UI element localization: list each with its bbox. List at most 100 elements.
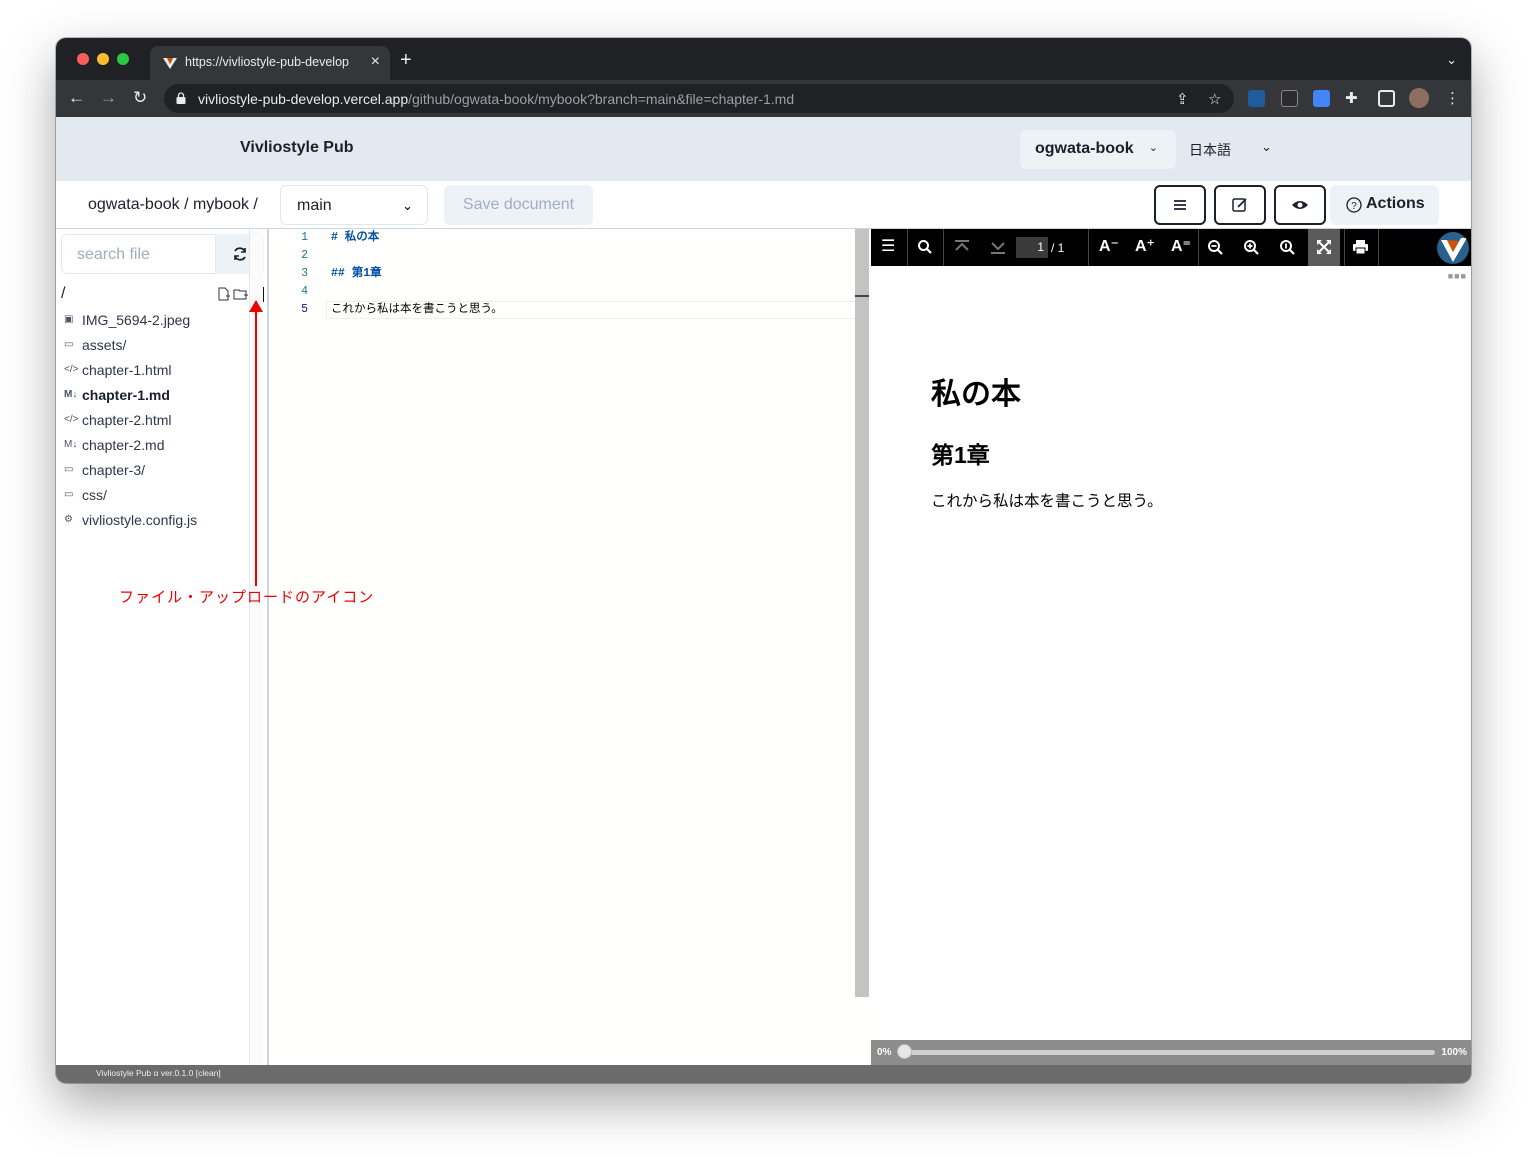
maximize-window-button[interactable] xyxy=(117,53,129,65)
minimize-window-button[interactable] xyxy=(97,53,109,65)
lock-icon xyxy=(176,92,186,104)
edit-mode-button[interactable] xyxy=(1214,185,1266,225)
annotation-arrow-line xyxy=(255,306,257,586)
zoom-in-icon[interactable] xyxy=(1243,239,1260,256)
search-extension-icon[interactable] xyxy=(1281,90,1298,107)
markdown-icon: M↓ xyxy=(64,389,78,400)
code-line[interactable]: # 私の本 xyxy=(331,229,861,247)
file-name: chapter-1.html xyxy=(82,361,172,378)
editor-scrollbar[interactable] xyxy=(855,229,869,997)
browser-toolbar: ← → ↻ vivliostyle-pub-develop.vercel.app… xyxy=(56,80,1471,117)
extensions-puzzle-icon[interactable]: ✚ xyxy=(1345,89,1358,107)
file-item[interactable]: ⚙ vivliostyle.config.js xyxy=(64,507,254,532)
code-line[interactable]: これから私は本を書こうと思う。 xyxy=(331,301,861,319)
file-name: IMG_5694-2.jpeg xyxy=(82,311,191,328)
code-line[interactable]: ## 第1章 xyxy=(331,265,861,283)
menu-lines-icon xyxy=(1174,200,1186,210)
toolbar-divider xyxy=(943,229,944,266)
zoom-out-icon[interactable] xyxy=(1207,239,1224,256)
actions-label: Actions xyxy=(1366,195,1425,212)
search-file-field[interactable] xyxy=(61,234,217,274)
close-window-button[interactable] xyxy=(77,53,89,65)
code-editor[interactable]: 1 2 3 4 5 # 私の本 ## 第1章 これから私は本を書こうと思う。 xyxy=(269,229,870,1065)
tab-strip: https://vivliostyle-pub-develop × + ⌄ xyxy=(56,38,1471,80)
code-lines[interactable]: # 私の本 ## 第1章 これから私は本を書こうと思う。 xyxy=(331,229,861,319)
font-size-decrease-icon[interactable]: A⁻ xyxy=(1099,238,1119,256)
user-menu-button[interactable]: ogwata-book ⌄ xyxy=(1020,130,1176,169)
branch-select[interactable]: main ⌄ xyxy=(280,185,428,225)
preview-mode-button[interactable] xyxy=(1274,185,1326,225)
tab-close-icon[interactable]: × xyxy=(371,53,380,71)
last-page-icon[interactable] xyxy=(989,239,1007,255)
zoom-actual-size-icon[interactable] xyxy=(1279,239,1296,256)
line-number: 3 xyxy=(301,267,308,280)
app-brand[interactable]: Vivliostyle Pub xyxy=(240,139,354,157)
file-name: vivliostyle.config.js xyxy=(82,511,198,528)
new-folder-icon[interactable] xyxy=(233,287,249,301)
code-line[interactable] xyxy=(331,247,861,265)
profile-avatar[interactable] xyxy=(1409,88,1429,108)
vivliostyle-logo xyxy=(1437,232,1469,264)
app-header: Vivliostyle Pub ogwata-book ⌄ 日本語 ⌄ xyxy=(56,117,1471,181)
page-heading-1: 私の本 xyxy=(931,378,1021,411)
file-name: chapter-1.md xyxy=(82,386,170,403)
refresh-icon xyxy=(234,247,246,261)
search-file-input[interactable] xyxy=(77,246,217,264)
expand-arrows-icon xyxy=(1317,240,1331,254)
preview-viewer: ☰ 1 / 1 A⁻ A⁺ A⁼ ■■■ 私の本 第1章 これから私は本を書こう… xyxy=(871,229,1471,1065)
file-item[interactable]: </> chapter-2.html xyxy=(64,407,254,432)
back-arrow-icon[interactable]: ← xyxy=(68,88,85,108)
file-item[interactable]: M↓ chapter-2.md xyxy=(64,432,254,457)
folder-item[interactable]: ▭ css/ xyxy=(64,482,254,507)
tab-search-chevron-icon[interactable]: ⌄ xyxy=(1446,52,1457,68)
markdown-icon: M↓ xyxy=(64,439,78,450)
progress-track[interactable] xyxy=(899,1050,1435,1055)
side-panel-icon[interactable] xyxy=(1378,90,1395,107)
line-number-gutter: 1 2 3 4 5 xyxy=(269,229,319,319)
chrome-menu-icon[interactable]: ⋮ xyxy=(1445,89,1460,107)
new-file-icon[interactable] xyxy=(217,287,231,301)
file-name: css/ xyxy=(82,486,107,503)
search-icon[interactable] xyxy=(917,239,933,255)
code-line[interactable] xyxy=(331,283,861,301)
bookmark-star-icon[interactable]: ☆ xyxy=(1208,90,1221,108)
page-number-input[interactable]: 1 xyxy=(1016,237,1048,258)
folder-icon: ▭ xyxy=(64,464,74,475)
font-size-reset-icon[interactable]: A⁼ xyxy=(1171,238,1191,256)
viewer-more-dots-icon[interactable]: ■■■ xyxy=(1448,271,1467,281)
share-icon[interactable]: ⇪ xyxy=(1176,90,1189,108)
browser-tab[interactable]: https://vivliostyle-pub-develop × xyxy=(150,46,390,80)
view-toggle-button[interactable] xyxy=(1154,185,1206,225)
editor-scroll-marker xyxy=(855,295,869,297)
actions-menu-button[interactable]: ? Actions xyxy=(1330,185,1439,225)
line-number: 2 xyxy=(301,249,308,262)
print-icon[interactable] xyxy=(1352,239,1369,255)
toolbar-divider xyxy=(1198,229,1199,266)
url-path: /github/ogwata-book/mybook?branch=main&f… xyxy=(408,91,795,107)
chevron-down-icon[interactable]: ⌄ xyxy=(1261,139,1272,155)
fit-to-screen-button[interactable] xyxy=(1308,229,1340,266)
forward-arrow-icon[interactable]: → xyxy=(100,88,117,108)
address-bar[interactable]: vivliostyle-pub-develop.vercel.app/githu… xyxy=(164,84,1234,113)
reload-icon[interactable]: ↻ xyxy=(133,88,147,108)
font-size-increase-icon[interactable]: A⁺ xyxy=(1135,238,1155,256)
folder-item[interactable]: ▭ assets/ xyxy=(64,332,254,357)
file-sidebar: / ▣IMG_5694-2.jpeg ▭assets/ </>chapter-1… xyxy=(56,229,269,1065)
folder-item[interactable]: ▭ chapter-3/ xyxy=(64,457,254,482)
version-label: Vivliostyle Pub α ver.0.1.0 [clean] xyxy=(96,1068,221,1078)
file-item-active[interactable]: M↓ chapter-1.md xyxy=(64,382,254,407)
svg-text:?: ? xyxy=(1351,201,1357,212)
new-tab-button[interactable]: + xyxy=(400,50,412,70)
toolbar-divider xyxy=(1378,229,1379,266)
first-page-icon[interactable] xyxy=(953,239,971,255)
language-select[interactable]: 日本語 xyxy=(1189,140,1231,160)
file-item[interactable]: ▣ IMG_5694-2.jpeg xyxy=(64,307,254,332)
password-extension-icon[interactable] xyxy=(1248,90,1265,107)
translate-extension-icon[interactable] xyxy=(1313,90,1330,107)
toc-list-icon[interactable]: ☰ xyxy=(881,238,895,256)
file-item[interactable]: </> chapter-1.html xyxy=(64,357,254,382)
chevron-down-icon: ⌄ xyxy=(1148,142,1158,154)
progress-slider-knob[interactable] xyxy=(897,1044,912,1059)
save-document-button[interactable]: Save document xyxy=(444,185,593,225)
page-progress-bar: 0% 100% xyxy=(871,1040,1471,1065)
